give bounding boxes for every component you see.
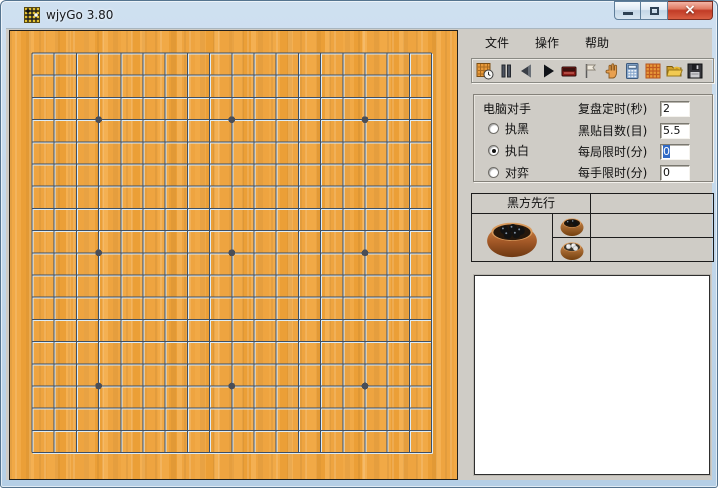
window-title: wjyGo 3.80 <box>46 8 113 22</box>
minimize-button[interactable] <box>614 1 641 20</box>
white-capture-count-cell <box>591 238 713 261</box>
radio-play-white[interactable]: 执白 <box>488 142 529 159</box>
stop-button[interactable] <box>558 60 579 81</box>
radio-match[interactable]: 对弈 <box>488 164 529 181</box>
save-file-button[interactable] <box>684 60 705 81</box>
radio-play-black[interactable]: 执黑 <box>488 120 529 137</box>
field-replay-timer: 复盘定时(秒) 2 <box>578 100 690 117</box>
field-label-game-time: 每局限时(分) <box>578 143 658 160</box>
hand-icon <box>601 61 621 81</box>
radio-dot-1 <box>492 149 496 153</box>
close-icon: × <box>684 2 696 18</box>
status-table: 黑方先行 <box>471 193 714 262</box>
pass-button[interactable] <box>600 60 621 81</box>
stone-bowl-cell <box>472 214 553 261</box>
step-forward-button[interactable] <box>537 60 558 81</box>
step-back-button[interactable] <box>516 60 537 81</box>
new-game-button[interactable] <box>474 60 495 81</box>
titlebar: wjyGo 3.80 × <box>1 1 717 28</box>
calculator-icon <box>622 61 642 81</box>
app-window: wjyGo 3.80 × 文件 操作 帮助 <box>0 0 718 488</box>
go-board-grid <box>10 31 457 479</box>
menu-operation[interactable]: 操作 <box>529 32 565 53</box>
setting-value-2: 0 <box>663 145 670 158</box>
radio-circle[interactable] <box>488 123 499 134</box>
radio-label-white: 执白 <box>505 142 529 159</box>
field-game-time-limit: 每局限时(分) 0 <box>578 143 690 160</box>
black-capture-count-cell <box>591 214 713 238</box>
game-time-input[interactable]: 0 <box>660 144 690 160</box>
toolbar <box>471 58 714 83</box>
forward-arrow-icon <box>538 61 558 81</box>
open-file-button[interactable] <box>663 60 684 81</box>
new-game-clock-icon <box>475 61 495 81</box>
stop-icon <box>559 61 579 81</box>
radio-dot-2 <box>492 171 496 175</box>
window-content: 文件 操作 帮助 <box>6 28 712 480</box>
back-arrow-icon <box>517 61 537 81</box>
board-setup-button[interactable] <box>642 60 663 81</box>
maximize-button[interactable] <box>641 1 668 20</box>
radio-label-black: 执黑 <box>505 120 529 137</box>
setting-value-3: 0 <box>663 166 670 179</box>
radio-circle[interactable] <box>488 167 499 178</box>
count-button[interactable] <box>621 60 642 81</box>
white-capture-cell <box>553 238 590 261</box>
komi-input[interactable]: 5.5 <box>660 123 690 139</box>
capture-count-column <box>591 214 713 261</box>
menu-help[interactable]: 帮助 <box>579 32 615 53</box>
field-komi: 黑贴目数(目) 5.5 <box>578 122 690 139</box>
computer-opponent-group: 电脑对手 执黑 执白 对弈 复盘定时(秒) 2 黑贴目数(目) 5.5 <box>473 94 713 182</box>
maximize-icon <box>650 7 659 15</box>
menubar: 文件 操作 帮助 <box>471 31 714 53</box>
move-time-input[interactable]: 0 <box>660 165 690 181</box>
close-button[interactable]: × <box>668 1 713 20</box>
field-move-time-limit: 每手限时(分) 0 <box>578 164 690 181</box>
turn-indicator: 黑方先行 <box>472 194 591 213</box>
setting-value-1: 5.5 <box>663 124 681 137</box>
status-body <box>472 214 713 261</box>
radio-label-match: 对弈 <box>505 164 529 181</box>
turn-indicator-empty-cell <box>591 194 713 213</box>
status-row-turn: 黑方先行 <box>472 194 713 214</box>
capture-bowls-column <box>553 214 591 261</box>
field-label-replay-timer: 复盘定时(秒) <box>578 100 658 117</box>
black-stones-bowl-large <box>481 216 543 260</box>
flag-icon <box>580 61 600 81</box>
field-label-komi: 黑贴目数(目) <box>578 122 658 139</box>
save-disk-icon <box>685 61 705 81</box>
field-label-move-time: 每手限时(分) <box>578 164 658 181</box>
open-folder-icon <box>664 61 684 81</box>
radio-dot-0 <box>492 127 496 131</box>
go-board[interactable] <box>9 30 458 480</box>
setting-value-0: 2 <box>663 102 670 115</box>
radio-circle[interactable] <box>488 145 499 156</box>
grid-icon <box>643 61 663 81</box>
replay-timer-input[interactable]: 2 <box>660 101 690 117</box>
minimize-icon <box>623 12 633 15</box>
pause-icon <box>496 61 516 81</box>
group-label: 电脑对手 <box>483 100 531 117</box>
resign-button[interactable] <box>579 60 600 81</box>
app-icon <box>24 7 40 23</box>
menu-file[interactable]: 文件 <box>479 32 515 53</box>
pause-button[interactable] <box>495 60 516 81</box>
black-capture-cell <box>553 214 590 238</box>
black-stones-bowl-small <box>558 215 586 237</box>
white-stones-bowl-small <box>558 239 586 261</box>
move-list[interactable] <box>474 275 710 475</box>
